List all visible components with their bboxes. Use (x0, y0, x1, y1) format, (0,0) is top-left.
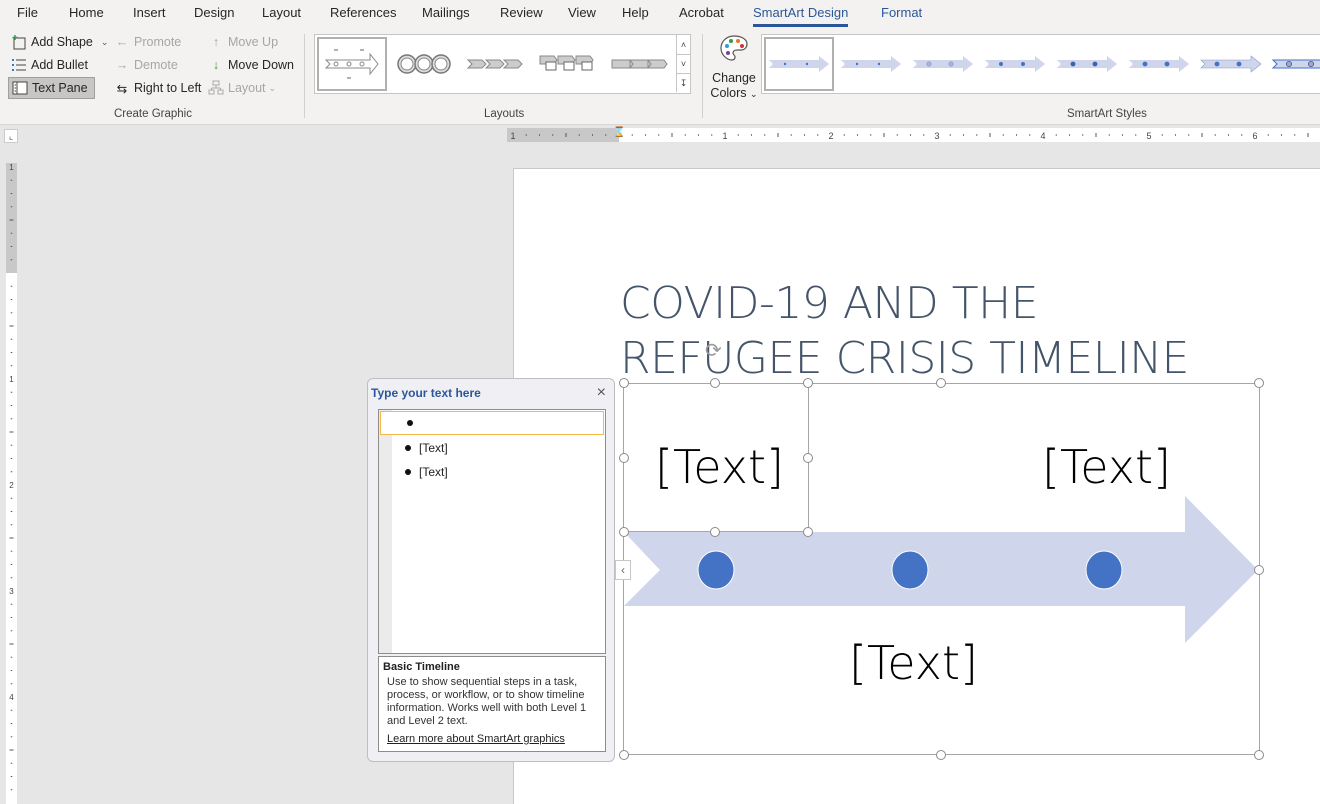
learn-more-link[interactable]: Learn more about SmartArt graphics (383, 733, 601, 745)
resize-handle[interactable] (710, 378, 720, 388)
resize-handle[interactable] (1254, 750, 1264, 760)
resize-handle[interactable] (803, 453, 813, 463)
rotate-handle-icon[interactable]: ⟳ (705, 338, 722, 363)
bullet-icon (407, 420, 413, 426)
resize-handle[interactable] (619, 453, 629, 463)
text-pane-item[interactable]: [Text] (379, 460, 605, 484)
text-pane-item[interactable]: [Text] (379, 436, 605, 460)
text-pane-list[interactable]: [Text] [Text] (378, 409, 606, 654)
timeline-text-3[interactable]: [Text] (1042, 440, 1171, 494)
resize-handle[interactable] (619, 750, 629, 760)
resize-handle[interactable] (619, 527, 629, 537)
word-window: File Home Insert Design Layout Reference… (0, 0, 1320, 804)
resize-handle[interactable] (936, 378, 946, 388)
resize-handle[interactable] (803, 527, 813, 537)
timeline-text-1[interactable]: [Text] (655, 440, 784, 494)
layout-name: Basic Timeline (383, 661, 460, 673)
timeline-text-2[interactable]: [Text] (849, 636, 978, 690)
bullet-icon (405, 469, 411, 475)
text-pane-item[interactable] (380, 411, 604, 435)
layout-description: Basic Timeline Use to show sequential st… (378, 656, 606, 752)
text-pane-title: Type your text here (371, 386, 481, 400)
resize-handle[interactable] (1254, 378, 1264, 388)
resize-handle[interactable] (710, 527, 720, 537)
resize-handle[interactable] (803, 378, 813, 388)
layout-description-text: Use to show sequential steps in a task, … (387, 676, 587, 727)
text-pane: Type your text here × [Text] [Text] Basi… (367, 378, 615, 762)
bullet-icon (405, 445, 411, 451)
close-icon[interactable]: × (597, 384, 606, 402)
resize-handle[interactable] (1254, 565, 1264, 575)
resize-handle[interactable] (936, 750, 946, 760)
resize-handle[interactable] (619, 378, 629, 388)
text-pane-toggle-button[interactable]: ‹ (615, 560, 631, 580)
